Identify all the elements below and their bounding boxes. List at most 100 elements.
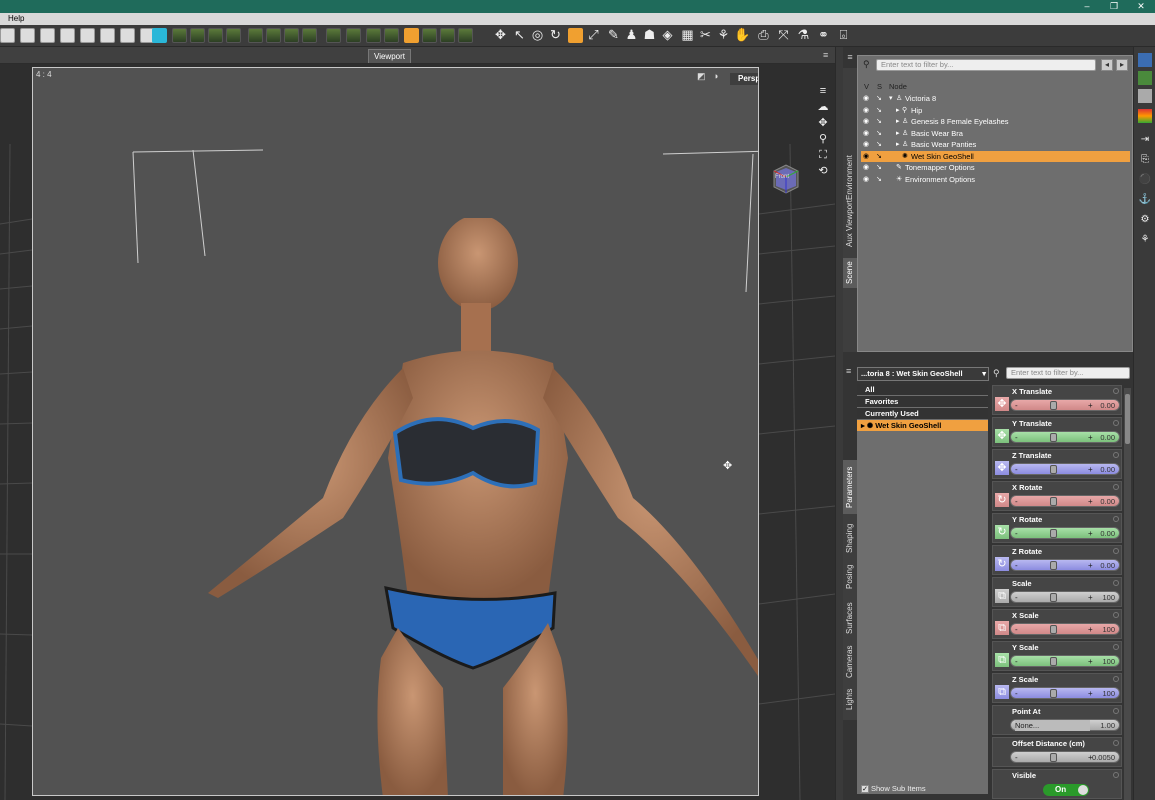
rotate-icon[interactable]: ↻: [995, 557, 1009, 571]
region-tool-icon[interactable]: ⚘: [716, 28, 731, 43]
geometry-editor-icon[interactable]: ▦: [680, 28, 695, 43]
draw-style-icon[interactable]: ◩: [697, 71, 706, 82]
select-arrow-icon[interactable]: ↘: [876, 162, 882, 173]
select-arrow-icon[interactable]: ↘: [876, 93, 882, 104]
eye-icon[interactable]: ◉: [863, 116, 869, 127]
eye-icon[interactable]: ◉: [863, 174, 869, 185]
slider-knob[interactable]: [1050, 465, 1057, 474]
param-z-scale[interactable]: Z Scale ⧉ - +100: [992, 673, 1122, 703]
select-arrow-icon[interactable]: ↘: [876, 116, 882, 127]
param-slider[interactable]: - +0.00: [1010, 463, 1120, 475]
render-icon[interactable]: ⎘: [1138, 153, 1152, 167]
node-path-selector[interactable]: ...toria 8 : Wet Skin GeoShell ▾: [857, 367, 989, 381]
param-z-translate[interactable]: Z Translate ✥ - +0.00: [992, 449, 1122, 479]
scale-icon[interactable]: ⧉: [995, 685, 1009, 699]
plus-icon[interactable]: +: [1088, 592, 1093, 603]
orbit-icon[interactable]: ☁: [816, 100, 830, 114]
param-slider[interactable]: - +0.00: [1010, 495, 1120, 507]
slider-knob[interactable]: [1050, 625, 1057, 634]
select-arrow-icon[interactable]: ↘: [876, 128, 882, 139]
prev-button[interactable]: ◂: [1101, 59, 1113, 71]
tab-viewport[interactable]: Viewport: [368, 49, 411, 63]
param-scrollbar[interactable]: [1124, 388, 1131, 800]
param-filter-input[interactable]: Enter text to filter by...: [1006, 367, 1130, 379]
minus-icon[interactable]: -: [1015, 464, 1018, 475]
tree-row-hip[interactable]: ◉ ↘ ▸ ⚲ Hip: [861, 105, 1130, 116]
param-slider[interactable]: - +0.00: [1010, 527, 1120, 539]
hand-tool-icon[interactable]: ✋: [734, 28, 750, 43]
figure-tool-icon[interactable]: ⚘: [1138, 233, 1152, 247]
scale-icon[interactable]: ⧉: [995, 653, 1009, 667]
link-tool-icon[interactable]: ⚭: [816, 28, 831, 43]
expand-icon[interactable]: ▸: [896, 116, 900, 127]
minimize-button[interactable]: –: [1073, 0, 1101, 13]
frame-icon[interactable]: ⛶: [816, 148, 830, 162]
point-at-select[interactable]: None... 1.00: [1010, 719, 1120, 731]
render-camera-icon[interactable]: ⌻: [836, 28, 851, 43]
render-spot-icon[interactable]: ⚗: [796, 28, 811, 43]
tab-posing[interactable]: Posing: [843, 560, 857, 594]
category-favorites[interactable]: Favorites: [857, 396, 988, 407]
param-y-rotate[interactable]: Y Rotate ↻ - +0.00: [992, 513, 1122, 543]
param-slider[interactable]: - +0.00: [1010, 431, 1120, 443]
minus-icon[interactable]: -: [1015, 400, 1018, 411]
param-offset-distance-cm[interactable]: Offset Distance (cm) - +0.0050: [992, 737, 1122, 767]
tab-aux-viewport[interactable]: Aux Viewport: [843, 196, 857, 252]
param-favorite-icon[interactable]: [1113, 612, 1119, 618]
preset-thumb-2[interactable]: [190, 28, 205, 43]
add-figure-tool-4[interactable]: [80, 28, 95, 43]
eye-icon[interactable]: ◉: [863, 93, 869, 104]
param-slider[interactable]: - +100: [1010, 623, 1120, 635]
slider-knob[interactable]: [1050, 561, 1057, 570]
joint-editor-icon[interactable]: ✎: [606, 28, 621, 43]
add-figure-tool-5[interactable]: [100, 28, 115, 43]
param-slider[interactable]: - +0.00: [1010, 559, 1120, 571]
param-y-scale[interactable]: Y Scale ⧉ - +100: [992, 641, 1122, 671]
close-button[interactable]: ✕: [1127, 0, 1155, 13]
expand-icon[interactable]: ▸: [896, 128, 900, 139]
pan-icon[interactable]: ✥: [816, 116, 830, 130]
move-icon[interactable]: ✥: [995, 397, 1009, 411]
minus-icon[interactable]: -: [1015, 752, 1018, 763]
viewport-area[interactable]: 4 : 4 Persp ◩ ◑ Front ≡ ☁ ✥ ⚲ ⛶ ⟲ ✥: [0, 64, 835, 800]
param-favorite-icon[interactable]: [1113, 772, 1119, 778]
content-library-icon[interactable]: [1138, 71, 1152, 85]
plus-icon[interactable]: +: [1088, 656, 1093, 667]
tab-menu-icon[interactable]: ≡: [823, 50, 828, 60]
tree-row-tonemapper[interactable]: ◉ ↘ ✎ Tonemapper Options: [861, 162, 1130, 173]
figure-tool-icon[interactable]: ☗: [642, 28, 657, 43]
view-cube[interactable]: Front: [768, 159, 804, 195]
tree-row-victoria-8[interactable]: ◉ ↘ ▾ ♙ Victoria 8: [861, 93, 1130, 104]
pane-menu-icon-2[interactable]: ≡: [846, 366, 851, 376]
param-favorite-icon[interactable]: [1113, 580, 1119, 586]
category-all[interactable]: All: [857, 384, 988, 395]
slider-knob[interactable]: [1050, 497, 1057, 506]
camera-spot-icon[interactable]: ⎙: [756, 28, 771, 43]
show-sub-items-checkbox[interactable]: ✓ Show Sub Items: [861, 784, 926, 793]
tab-cameras[interactable]: Cameras: [843, 642, 857, 682]
select-arrow-icon[interactable]: ↘: [876, 105, 882, 116]
tab-parameters[interactable]: Parameters: [843, 460, 857, 514]
tree-row-eyelashes[interactable]: ◉ ↘ ▸ ♙ Genesis 8 Female Eyelashes: [861, 116, 1130, 127]
param-y-translate[interactable]: Y Translate ✥ - +0.00: [992, 417, 1122, 447]
universal-tool-icon[interactable]: ✥: [493, 28, 508, 43]
preset-thumb-5[interactable]: [248, 28, 263, 43]
param-slider[interactable]: - +100: [1010, 591, 1120, 603]
brush-tool-icon[interactable]: ✂: [698, 28, 713, 43]
node-select-icon[interactable]: ◎: [530, 28, 545, 43]
preset-thumb-10[interactable]: [346, 28, 361, 43]
tab-shaping[interactable]: Shaping: [843, 518, 857, 558]
slider-knob[interactable]: [1050, 753, 1057, 762]
camera-selector[interactable]: Perspective V... ▾: [730, 73, 758, 85]
slider-knob[interactable]: [1050, 593, 1057, 602]
param-slider[interactable]: - +100: [1010, 687, 1120, 699]
preset-thumb-13[interactable]: [422, 28, 437, 43]
param-point-at[interactable]: Point At None... 1.00: [992, 705, 1122, 735]
menu-help[interactable]: Help: [8, 14, 24, 23]
param-favorite-icon[interactable]: [1113, 644, 1119, 650]
preset-thumb-11[interactable]: [366, 28, 381, 43]
eye-icon[interactable]: ◉: [863, 128, 869, 139]
camera-icon[interactable]: ⚓: [1138, 193, 1152, 207]
expand-icon[interactable]: ▸: [896, 105, 900, 116]
slider-knob[interactable]: [1050, 529, 1057, 538]
